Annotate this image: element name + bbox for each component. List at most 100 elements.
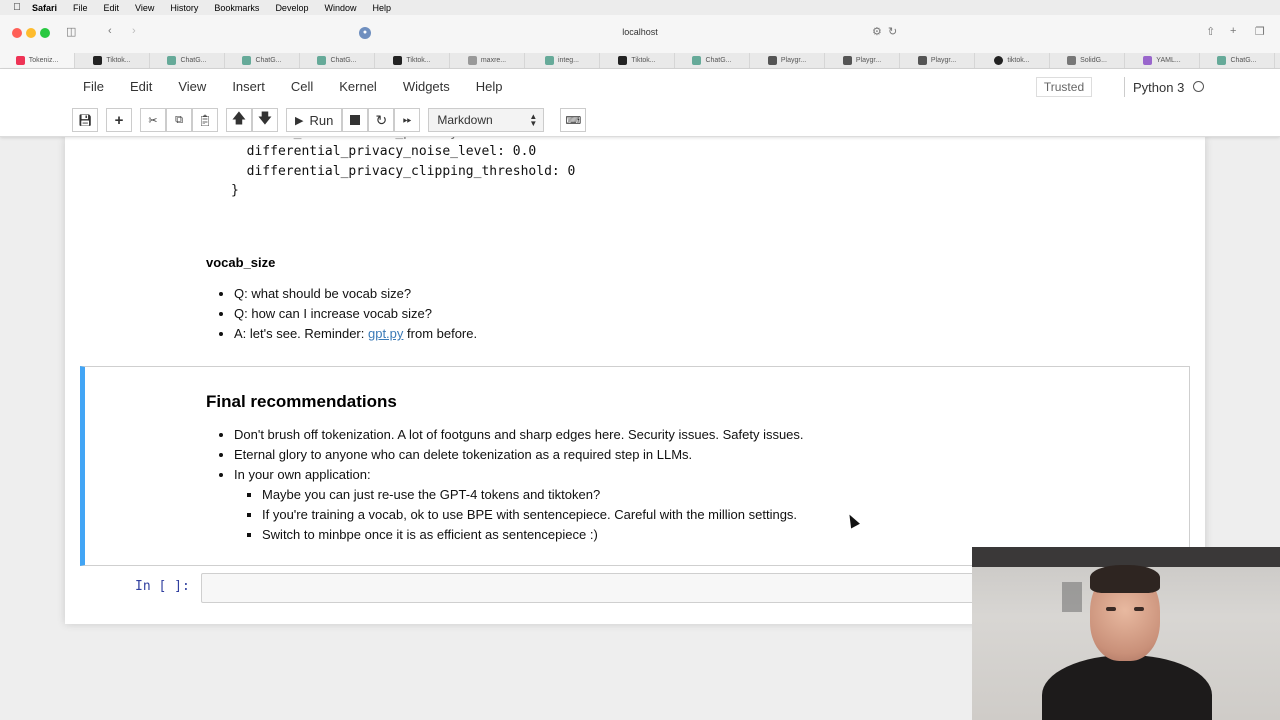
webcam-person-body <box>1042 655 1212 720</box>
move-down-button[interactable]: 🡇 <box>252 108 278 132</box>
jupyter-menu-kernel[interactable]: Kernel <box>326 79 390 94</box>
browser-tab[interactable]: Playgr... <box>750 53 825 68</box>
back-icon[interactable]: ‹ <box>108 25 112 37</box>
jupyter-toolbar: 💾︎ + ✂ ⧉ 📋︎ 🡅 🡇 ▶ Run ↻ ⏩︎ Markdown ▲ ▼ ⌨ <box>72 107 587 133</box>
fast-forward-icon: ⏩︎ <box>402 113 412 126</box>
browser-tab[interactable]: maxre... <box>450 53 525 68</box>
jupyter-menu-insert[interactable]: Insert <box>219 79 278 94</box>
list-item-text: In your own application: <box>234 467 371 482</box>
jupyter-menu-widgets[interactable]: Widgets <box>390 79 463 94</box>
jupyter-menu-view[interactable]: View <box>165 79 219 94</box>
list-item: Don't brush off tokenization. A lot of f… <box>234 425 804 445</box>
macos-menu-bar:  Safari File Edit View History Bookmark… <box>0 0 1280 15</box>
tab-favicon-icon <box>1143 56 1153 65</box>
browser-tab[interactable]: SolidG... <box>1050 53 1125 68</box>
menu-file[interactable]: File <box>73 3 88 13</box>
browser-tab[interactable]: ChatG... <box>675 53 750 68</box>
jupyter-menu-file[interactable]: File <box>70 79 117 94</box>
webcam-person-hair <box>1090 565 1160 593</box>
jupyter-header: File Edit View Insert Cell Kernel Widget… <box>0 69 1280 137</box>
webcam-eye <box>1134 607 1144 611</box>
menu-help[interactable]: Help <box>372 3 391 13</box>
browser-tab[interactable]: Tiktok... <box>375 53 450 68</box>
list-item: If you're training a vocab, ok to use BP… <box>262 505 804 525</box>
copy-button[interactable]: ⧉ <box>166 108 192 132</box>
tab-favicon-icon <box>393 56 403 65</box>
jupyter-menu-help[interactable]: Help <box>463 79 516 94</box>
browser-tab[interactable]: ChatG... <box>300 53 375 68</box>
move-up-button[interactable]: 🡅 <box>226 108 252 132</box>
restart-icon: ↻ <box>375 111 388 128</box>
save-button[interactable]: 💾︎ <box>72 108 98 132</box>
menu-app-name[interactable]: Safari <box>32 3 57 13</box>
browser-tab[interactable]: Tiktok... <box>600 53 675 68</box>
insert-cell-button[interactable]: + <box>106 108 132 132</box>
list-item: Eternal glory to anyone who can delete t… <box>234 445 804 465</box>
list-item-text: from before. <box>403 326 478 341</box>
webcam-eye <box>1106 607 1116 611</box>
tab-favicon-icon <box>994 56 1004 65</box>
menu-develop[interactable]: Develop <box>275 3 308 13</box>
browser-tab[interactable]: Playgr... <box>900 53 975 68</box>
browser-tab[interactable]: integ... <box>525 53 600 68</box>
browser-tab-bar: Tokeniz... Tiktok... ChatG... ChatG... C… <box>0 53 1280 69</box>
plus-icon: + <box>114 111 124 129</box>
input-prompt: In [ ]: <box>135 579 190 594</box>
cut-button[interactable]: ✂ <box>140 108 166 132</box>
privacy-shield-icon[interactable]: ● <box>359 27 371 39</box>
reload-icon[interactable]: ↻ <box>888 25 897 38</box>
share-icon[interactable]: ⇧ <box>1206 25 1215 38</box>
new-tab-icon[interactable]: + <box>1230 25 1236 37</box>
tab-favicon-icon <box>1217 56 1227 65</box>
run-button[interactable]: ▶ Run <box>286 108 343 132</box>
forward-icon[interactable]: › <box>132 25 136 37</box>
tab-favicon-icon <box>692 56 702 65</box>
restart-run-all-button[interactable]: ⏩︎ <box>394 108 421 132</box>
browser-toolbar: ◫ ‹ › ● localhost ⚙ ↻ ⇧ + ❐ <box>0 15 1280 53</box>
menu-edit[interactable]: Edit <box>104 3 120 13</box>
browser-tab[interactable]: Playgr... <box>825 53 900 68</box>
close-window-button[interactable] <box>12 28 22 38</box>
selected-markdown-cell[interactable]: Final recommendations Don't brush off to… <box>80 366 1190 566</box>
address-bar[interactable]: localhost <box>560 27 720 37</box>
browser-tab[interactable]: tiktok... <box>975 53 1050 68</box>
webcam-overlay <box>972 547 1280 720</box>
jupyter-menu-cell[interactable]: Cell <box>278 79 326 94</box>
gpt-py-link[interactable]: gpt.py <box>368 326 403 341</box>
tab-overview-icon[interactable]: ❐ <box>1255 25 1265 38</box>
browser-tab[interactable]: ChatG... <box>150 53 225 68</box>
command-palette-button[interactable]: ⌨ <box>560 108 587 132</box>
tab-favicon-icon <box>618 56 628 65</box>
browser-tab[interactable]: ChatG... <box>1200 53 1275 68</box>
list-item: In your own application: Maybe you can j… <box>234 465 804 542</box>
browser-tab[interactable]: Tiktok... <box>75 53 150 68</box>
zoom-window-button[interactable] <box>40 28 50 38</box>
sub-list: Maybe you can just re-use the GPT-4 toke… <box>234 485 804 545</box>
browser-tab[interactable]: ChatG... <box>225 53 300 68</box>
vocab-list: Q: what should be vocab size? Q: how can… <box>234 284 477 344</box>
scissors-icon: ✂ <box>148 114 158 127</box>
paste-button[interactable]: 📋︎ <box>192 108 218 132</box>
jupyter-menu-edit[interactable]: Edit <box>117 79 165 94</box>
trusted-indicator[interactable]: Trusted <box>1036 77 1092 97</box>
webcam-background-shelf <box>972 547 1280 567</box>
menu-bookmarks[interactable]: Bookmarks <box>214 3 259 13</box>
tab-favicon-icon <box>842 56 852 65</box>
minimize-window-button[interactable] <box>26 28 36 38</box>
menu-view[interactable]: View <box>135 3 154 13</box>
tab-favicon-icon <box>317 56 327 65</box>
menu-history[interactable]: History <box>170 3 198 13</box>
restart-button[interactable]: ↻ <box>368 108 395 132</box>
interrupt-button[interactable] <box>342 108 369 132</box>
browser-tab[interactable]: YAML... <box>1125 53 1200 68</box>
kernel-name[interactable]: Python 3 <box>1124 77 1184 97</box>
keyboard-icon: ⌨ <box>565 114 582 127</box>
cell-type-select[interactable]: Markdown ▲ ▼ <box>428 108 545 132</box>
translate-icon[interactable]: ⚙ <box>872 25 882 38</box>
cell-type-value: Markdown <box>437 113 493 127</box>
apple-icon[interactable]:  <box>12 2 22 13</box>
menu-window[interactable]: Window <box>324 3 356 13</box>
run-label: Run <box>309 112 334 128</box>
browser-tab[interactable]: Tokeniz... <box>0 53 75 68</box>
sidebar-icon[interactable]: ◫ <box>66 25 76 38</box>
